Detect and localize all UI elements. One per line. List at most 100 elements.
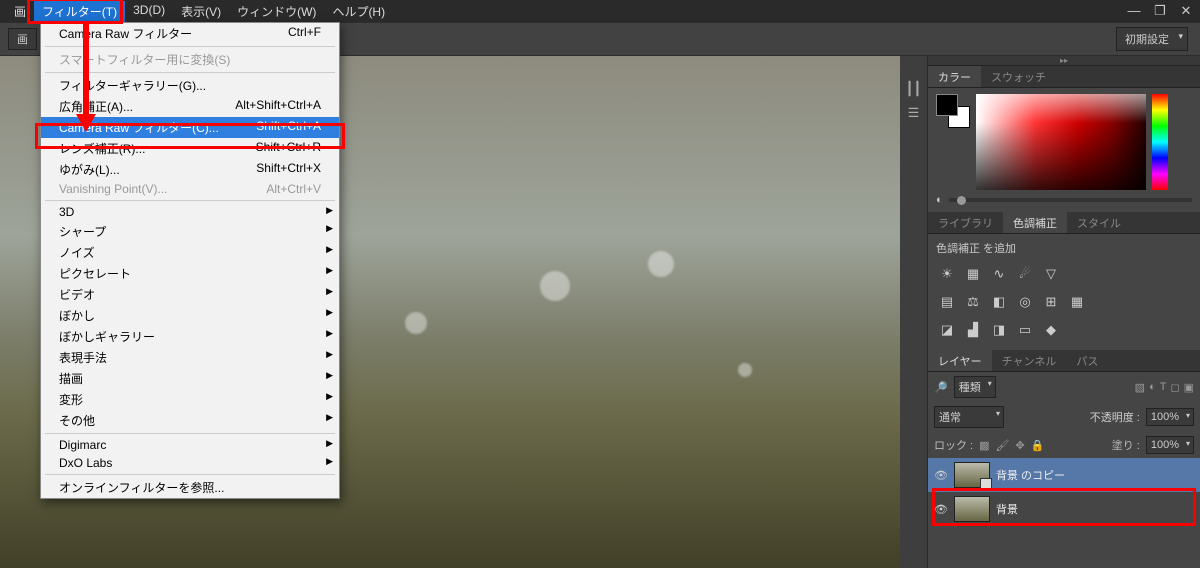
invert-icon[interactable]: ◪ [938, 322, 956, 338]
layer-filter-row: 🔎 種類 ▧ ◐ T ◻ ▣ [928, 372, 1200, 402]
menubar-item[interactable]: 表示(V) [173, 1, 229, 22]
visibility-icon[interactable]: 👁 [934, 503, 948, 516]
maximize-button[interactable]: ❐ [1152, 3, 1168, 19]
tab-swatches[interactable]: スウォッチ [981, 66, 1056, 87]
layer-row[interactable]: 👁 背景 [928, 492, 1200, 526]
optionbar-tool-button[interactable]: 画 [8, 28, 37, 50]
filter-menu-item[interactable]: レンズ補正(R)...Shift+Ctrl+R [41, 138, 339, 159]
filter-pixel-icon[interactable]: ▧ [1135, 381, 1145, 394]
filter-menu-item[interactable]: ノイズ▶ [41, 242, 339, 263]
lock-all-icon[interactable]: 🔒 [1031, 439, 1045, 452]
layer-name-label: 背景 [996, 501, 1018, 517]
filter-menu-item[interactable]: その他▶ [41, 410, 339, 431]
gradient-map-icon[interactable]: ▭ [1016, 322, 1034, 338]
layer-row[interactable]: 👁 背景 のコピー [928, 458, 1200, 492]
levels-icon[interactable]: ▦ [964, 266, 982, 282]
minimize-button[interactable]: — [1126, 3, 1142, 19]
threshold-icon[interactable]: ◨ [990, 322, 1008, 338]
brightness-contrast-icon[interactable]: ☀ [938, 266, 956, 282]
filter-menu-item[interactable]: ピクセレート▶ [41, 263, 339, 284]
filter-menu-item[interactable]: ビデオ▶ [41, 284, 339, 305]
exposure-icon[interactable]: ☄ [1016, 266, 1034, 282]
history-icon[interactable]: ┃┃ [905, 80, 923, 98]
hue-slider[interactable] [1152, 94, 1168, 190]
collapsed-panel-icons: ┃┃ ☰ [900, 56, 928, 568]
vibrance-icon[interactable]: ▽ [1042, 266, 1060, 282]
fill-label: 塗り : [1112, 437, 1140, 453]
menubar-item[interactable]: ウィンドウ(W) [229, 1, 324, 22]
tab-library[interactable]: ライブラリ [928, 212, 1003, 233]
filter-menu-item[interactable]: 表現手法▶ [41, 347, 339, 368]
menubar-item[interactable]: 画 [6, 1, 34, 22]
layer-name-label: 背景 のコピー [996, 467, 1065, 483]
filter-menu-item[interactable]: シャープ▶ [41, 221, 339, 242]
layer-lock-row: ロック : ▩ 🖌 ✥ 🔒 塗り : 100% [928, 432, 1200, 458]
brightness-slider[interactable] [949, 198, 1192, 202]
properties-icon[interactable]: ☰ [905, 104, 923, 122]
bw-icon[interactable]: ◧ [990, 294, 1008, 310]
window-controls: — ❐ ✕ [1126, 3, 1194, 19]
color-panel-tabs: カラー スウォッチ [928, 66, 1200, 88]
opacity-value[interactable]: 100% [1146, 408, 1194, 426]
filter-menu-item[interactable]: 3D▶ [41, 203, 339, 221]
menubar-item[interactable]: 3D(D) [125, 1, 173, 22]
menubar-item[interactable]: フィルター(T) [34, 1, 125, 22]
filter-menu-item[interactable]: Camera Raw フィルター(C)...Shift+Ctrl+A [41, 117, 339, 138]
opacity-label: 不透明度 : [1090, 409, 1140, 425]
filter-menu-item[interactable]: 広角補正(A)...Alt+Shift+Ctrl+A [41, 96, 339, 117]
brightness-icon: ◐ [936, 194, 943, 206]
selective-color-icon[interactable]: ◆ [1042, 322, 1060, 338]
filter-type-icon[interactable]: T [1160, 381, 1167, 394]
close-button[interactable]: ✕ [1178, 3, 1194, 19]
curves-icon[interactable]: ∿ [990, 266, 1008, 282]
fg-bg-swatch[interactable] [936, 94, 970, 128]
layers-panel-tabs: レイヤー チャンネル パス [928, 350, 1200, 372]
filter-menu-item[interactable]: ぼかし▶ [41, 305, 339, 326]
layer-filter-type[interactable]: 種類 [954, 376, 996, 398]
lock-transparent-icon[interactable]: ▩ [979, 439, 989, 452]
filter-menu-item[interactable]: 描画▶ [41, 368, 339, 389]
color-balance-icon[interactable]: ⚖ [964, 294, 982, 310]
color-field[interactable] [976, 94, 1146, 190]
preset-dropdown[interactable]: 初期設定 [1116, 27, 1188, 51]
filter-menu-item: スマートフィルター用に変換(S) [41, 49, 339, 70]
menubar-item[interactable]: ヘルプ(H) [324, 1, 393, 22]
tab-adjustments[interactable]: 色調補正 [1003, 212, 1067, 233]
filter-smart-icon[interactable]: ▣ [1184, 381, 1194, 394]
visibility-icon[interactable]: 👁 [934, 469, 948, 482]
right-panel-area: ┃┃ ☰ ▸▸ カラー スウォッチ ◐ ライブラリ 色調補正 スタイル [900, 56, 1200, 568]
filter-shape-icon[interactable]: ◻ [1170, 381, 1179, 394]
tab-styles[interactable]: スタイル [1067, 212, 1131, 233]
layer-thumbnail[interactable] [954, 496, 990, 522]
filter-menu-item[interactable]: Camera Raw フィルターCtrl+F [41, 23, 339, 44]
adjustments-panel-body: 色調補正 を追加 ☀ ▦ ∿ ☄ ▽ ▤ ⚖ ◧ ◎ ⊞ ▦ ◪ ▟ ◨ ▭ [928, 234, 1200, 350]
tab-layers[interactable]: レイヤー [928, 350, 992, 371]
posterize-icon[interactable]: ▟ [964, 322, 982, 338]
filter-adjust-icon[interactable]: ◐ [1149, 381, 1156, 394]
adjustments-panel-tabs: ライブラリ 色調補正 スタイル [928, 212, 1200, 234]
filter-menu-item[interactable]: ゆがみ(L)...Shift+Ctrl+X [41, 159, 339, 180]
filter-menu-item[interactable]: Digimarc▶ [41, 436, 339, 454]
tab-color[interactable]: カラー [928, 66, 981, 87]
photo-filter-icon[interactable]: ◎ [1016, 294, 1034, 310]
filter-menu-item[interactable]: ぼかしギャラリー▶ [41, 326, 339, 347]
filter-menu-item[interactable]: フィルターギャラリー(G)... [41, 75, 339, 96]
hue-sat-icon[interactable]: ▤ [938, 294, 956, 310]
menubar: 画フィルター(T)3D(D)表示(V)ウィンドウ(W)ヘルプ(H) — ❐ ✕ [0, 0, 1200, 22]
layer-thumbnail[interactable] [954, 462, 990, 488]
tab-channels[interactable]: チャンネル [992, 350, 1067, 371]
layer-blend-row: 通常 不透明度 : 100% [928, 402, 1200, 432]
lock-pixels-icon[interactable]: 🖌 [996, 439, 1010, 452]
filter-menu-item[interactable]: オンラインフィルターを参照... [41, 477, 339, 498]
blend-mode-dropdown[interactable]: 通常 [934, 406, 1004, 428]
channel-mixer-icon[interactable]: ⊞ [1042, 294, 1060, 310]
fill-value[interactable]: 100% [1146, 436, 1194, 454]
tab-paths[interactable]: パス [1066, 350, 1108, 371]
filter-menu-item[interactable]: 変形▶ [41, 389, 339, 410]
lock-label: ロック : [934, 437, 973, 453]
lock-position-icon[interactable]: ✥ [1016, 439, 1025, 452]
lut-icon[interactable]: ▦ [1068, 294, 1086, 310]
adjustments-title: 色調補正 を追加 [936, 240, 1192, 256]
filter-menu-item[interactable]: DxO Labs▶ [41, 454, 339, 472]
panel-collapse-bar[interactable]: ▸▸ [928, 56, 1200, 66]
